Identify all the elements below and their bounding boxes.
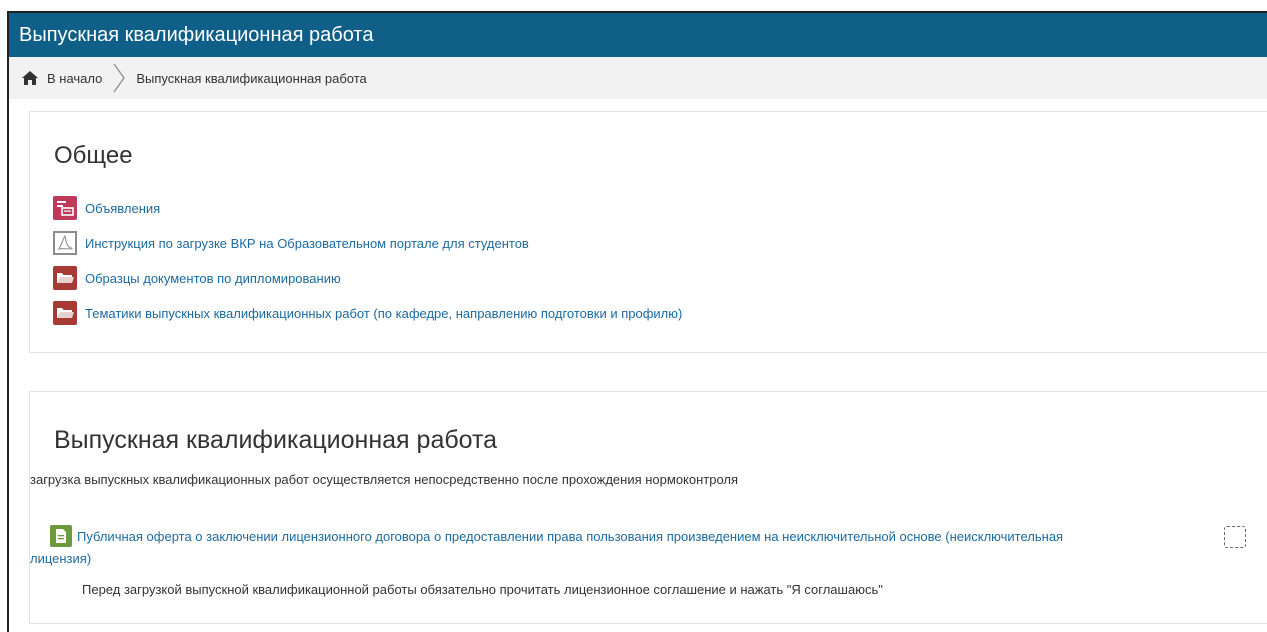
activity-pdf[interactable]: Инструкция по загрузке ВКР на Образовате… <box>53 229 529 257</box>
breadcrumb-home-link[interactable]: В начало <box>47 71 102 86</box>
activity-link[interactable]: Объявления <box>85 201 160 216</box>
chevron-right-icon <box>113 63 126 93</box>
forum-icon <box>53 196 77 220</box>
activity-description: Перед загрузкой выпускной квалификационн… <box>82 582 883 597</box>
offer-link[interactable]: Публичная оферта о заключении лицензионн… <box>77 529 1063 544</box>
section-vkr: Выпускная квалификационная работа загруз… <box>29 391 1267 624</box>
activity-folder-samples[interactable]: Образцы документов по дипломированию <box>53 264 341 292</box>
page-header: Выпускная квалификационная работа <box>9 13 1267 57</box>
pdf-icon <box>53 231 77 255</box>
activity-link[interactable]: Тематики выпускных квалификационных рабо… <box>85 306 682 321</box>
page-frame: Выпускная квалификационная работа В нача… <box>7 11 1267 632</box>
page-icon <box>50 525 72 547</box>
folder-icon <box>53 266 77 290</box>
activity-page-offer[interactable]: Публичная оферта о заключении лицензионн… <box>30 525 1190 570</box>
breadcrumb: В начало Выпускная квалификационная рабо… <box>9 57 1267 99</box>
section-title: Общее <box>54 142 133 169</box>
activity-link[interactable]: Образцы документов по дипломированию <box>85 271 341 286</box>
activity-link[interactable]: Инструкция по загрузке ВКР на Образовате… <box>85 236 529 251</box>
breadcrumb-current: Выпускная квалификационная работа <box>136 70 367 86</box>
folder-icon <box>53 301 77 325</box>
course-title: Выпускная квалификационная работа <box>19 24 374 46</box>
activity-folder-topics[interactable]: Тематики выпускных квалификационных рабо… <box>53 299 682 327</box>
offer-link-continued[interactable]: лицензия) <box>30 551 91 566</box>
section-general: Общее Объявления Инструкция по загрузке … <box>29 111 1267 353</box>
activity-forum[interactable]: Объявления <box>53 194 160 222</box>
section-title: Выпускная квалификационная работа <box>54 426 498 454</box>
completion-checkbox[interactable] <box>1224 526 1246 548</box>
section-summary: загрузка выпускных квалификационных рабо… <box>30 472 739 487</box>
home-icon[interactable] <box>21 70 39 86</box>
